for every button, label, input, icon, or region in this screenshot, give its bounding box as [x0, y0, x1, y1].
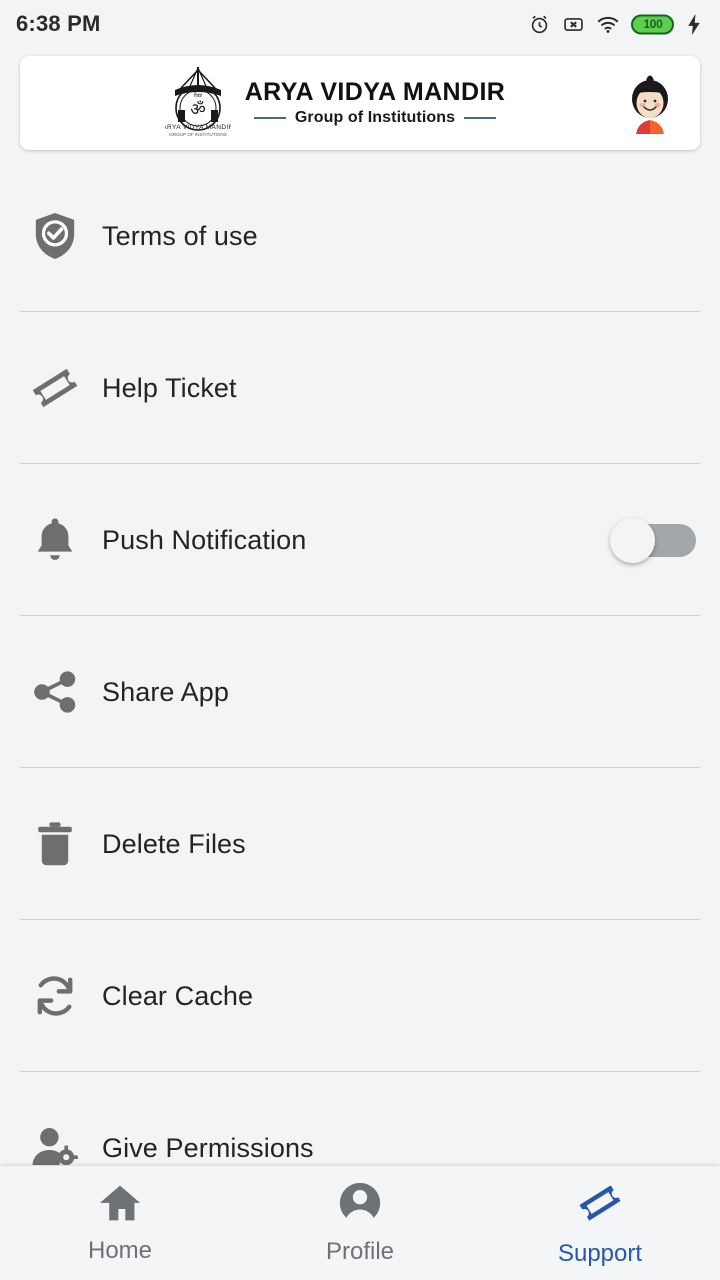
menu-item-label: Terms of use	[102, 220, 258, 251]
menu-item-label: Push Notification	[102, 524, 307, 555]
nav-item-label: Support	[557, 1239, 643, 1267]
nav-item-label: Home	[87, 1236, 153, 1264]
app-screen: 6:38 PM 100 ॐ ARYA VIDYA MANDIR GROUP OF…	[0, 0, 720, 1280]
brand-block: ॐ ARYA VIDYA MANDIR GROUP OF INSTITUTION…	[20, 66, 622, 140]
share-icon	[22, 669, 88, 715]
trash-icon	[22, 820, 88, 868]
nav-item-support[interactable]: Support	[480, 1166, 720, 1280]
menu-item-label: Share App	[102, 676, 230, 707]
school-subtitle-row: Group of Institutions	[253, 109, 497, 127]
status-bar: 6:38 PM 100	[0, 0, 720, 48]
ticket-icon	[22, 362, 88, 414]
school-header-card: ॐ ARYA VIDYA MANDIR GROUP OF INSTITUTION…	[20, 56, 700, 150]
wifi-icon	[596, 13, 620, 36]
svg-text:विद्या: विद्या	[193, 92, 202, 99]
menu-item-delete-files[interactable]: Delete Files	[0, 768, 720, 920]
settings-menu: Terms of use Help Ticket Push Notificati…	[0, 160, 720, 1224]
bottom-navigation: Home Profile Support	[0, 1165, 720, 1280]
charging-bolt-icon	[686, 13, 702, 36]
school-name: ARYA VIDYA MANDIR	[244, 77, 506, 106]
svg-text:GROUP OF INSTITUTIONS: GROUP OF INSTITUTIONS	[169, 132, 227, 137]
battery-icon: 100	[631, 13, 675, 36]
person-gear-icon	[22, 1126, 88, 1170]
menu-item-label: Delete Files	[102, 828, 246, 859]
rule-right	[464, 117, 497, 120]
menu-item-push-notification[interactable]: Push Notification	[0, 464, 720, 616]
avatar[interactable]	[622, 72, 678, 134]
alarm-icon	[528, 13, 551, 36]
refresh-icon	[22, 971, 88, 1021]
svg-text:ARYA VIDYA MANDIR: ARYA VIDYA MANDIR	[165, 124, 231, 131]
menu-item-help-ticket[interactable]: Help Ticket	[0, 312, 720, 464]
brand-text: ARYA VIDYA MANDIR Group of Institutions	[244, 77, 506, 128]
push-notification-toggle[interactable]	[610, 517, 696, 563]
ticket-icon	[575, 1179, 625, 1232]
menu-item-label: Help Ticket	[102, 372, 237, 403]
shield-check-icon	[22, 211, 88, 261]
no-sim-icon	[562, 13, 585, 36]
rule-left	[253, 117, 286, 120]
nav-item-profile[interactable]: Profile	[240, 1166, 480, 1280]
menu-item-share-app[interactable]: Share App	[0, 616, 720, 768]
menu-item-terms-of-use[interactable]: Terms of use	[0, 160, 720, 312]
menu-item-label: Give Permissions	[102, 1132, 314, 1163]
battery-level: 100	[643, 16, 663, 31]
status-icon-tray: 100	[528, 13, 702, 36]
person-circle-icon	[338, 1181, 382, 1230]
school-subtitle: Group of Institutions	[294, 109, 456, 127]
home-icon	[98, 1182, 142, 1229]
nav-item-home[interactable]: Home	[0, 1166, 240, 1280]
nav-item-label: Profile	[325, 1237, 395, 1265]
menu-item-label: Clear Cache	[102, 980, 254, 1011]
school-crest-logo: ॐ ARYA VIDYA MANDIR GROUP OF INSTITUTION…	[162, 66, 233, 140]
menu-item-clear-cache[interactable]: Clear Cache	[0, 920, 720, 1072]
toggle-knob	[610, 517, 655, 563]
svg-text:ॐ: ॐ	[190, 100, 206, 119]
bell-icon	[22, 516, 88, 564]
status-time: 6:38 PM	[16, 11, 101, 36]
